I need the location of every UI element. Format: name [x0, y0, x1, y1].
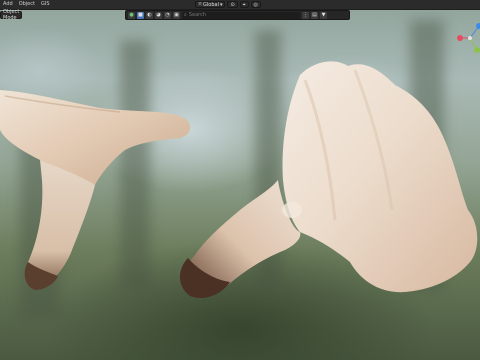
right-mushroom[interactable]: [180, 61, 478, 299]
menu-gis[interactable]: GIS: [38, 0, 53, 9]
proportional-edit-toggle[interactable]: ◎: [250, 1, 261, 8]
new-collection-icon[interactable]: ▤: [311, 11, 318, 19]
search-input[interactable]: [188, 12, 289, 18]
search-icon: ⌕: [184, 12, 187, 18]
left-mushroom[interactable]: [0, 90, 191, 290]
3d-viewport[interactable]: [0, 0, 480, 360]
sort-icon[interactable]: ⋮: [302, 11, 309, 19]
menu-object[interactable]: Object: [16, 0, 38, 9]
mushroom-models[interactable]: [0, 0, 480, 360]
shading-solid-icon[interactable]: ◕: [155, 11, 162, 19]
visibility-icon[interactable]: ●: [128, 11, 135, 19]
search-field[interactable]: ⌕: [182, 11, 300, 19]
proportional-edit-icon: ◎: [253, 1, 258, 8]
orientation-dropdown[interactable]: ⤧ Global ▾: [195, 1, 226, 8]
image-icon[interactable]: ▣: [173, 11, 180, 19]
filter-icon[interactable]: ▼: [320, 11, 327, 19]
overlay-icon[interactable]: ◐: [146, 11, 153, 19]
top-header: Add Object GIS ⤧ Global ▾ ⊙ ⌖ ◎: [0, 0, 480, 10]
gizmo-y-axis: [474, 47, 480, 53]
pivot-dropdown[interactable]: ⊙: [227, 1, 238, 8]
snap-icon: ⌖: [242, 1, 246, 8]
transform-group: ⤧ Global ▾ ⊙ ⌖ ◎: [195, 1, 261, 8]
menu-add[interactable]: Add: [0, 0, 16, 9]
snap-toggle[interactable]: ⌖: [239, 1, 249, 8]
navigation-gizmo[interactable]: [455, 18, 480, 58]
shading-material-icon[interactable]: ◔: [164, 11, 171, 19]
object-select-icon[interactable]: ■: [137, 11, 144, 19]
gizmo-z-axis: [476, 23, 480, 29]
orientation-icon: ⤧: [198, 1, 203, 8]
pivot-icon: ⊙: [230, 1, 235, 8]
viewport-toolbar: ● ■ ◐ ◕ ◔ ▣ ⌕ ⋮ ▤ ▼: [125, 10, 350, 20]
gizmo-x-axis: [457, 35, 463, 41]
chevron-down-icon: ▾: [219, 1, 223, 8]
mode-select[interactable]: Object Mode: [0, 9, 22, 21]
